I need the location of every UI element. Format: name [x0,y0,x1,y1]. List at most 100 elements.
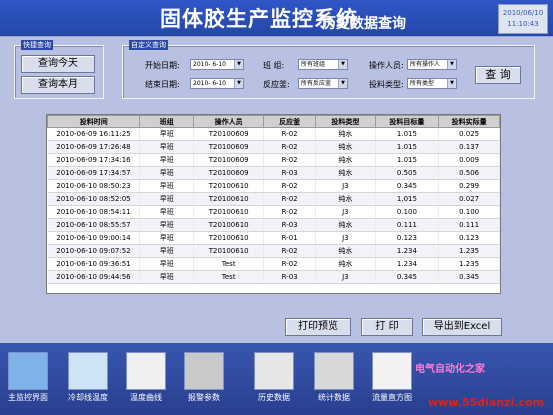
feed-type-value: 所有类型 [410,80,435,87]
end-date-picker[interactable]: 2010- 6-10 ▼ [190,78,244,89]
table-row[interactable]: 2010-06-09 17:26:48 早班 T20100609 R-02 纯水 1.01… [47,140,500,154]
table-cell: Test [193,270,265,284]
export-excel-button[interactable]: 导出到Excel [422,318,502,336]
operator-label: 操作人员: [369,61,404,70]
custom-query-title: 自定义查询 [129,40,168,50]
nav-temperature-curve[interactable]: 温度曲线 [120,352,172,407]
chevron-down-icon: ▼ [338,60,347,69]
page-subtitle: 历史数据查询 [322,16,406,32]
column-header[interactable]: 操作人员 [193,115,265,128]
table-row[interactable]: 2010-06-10 09:44:56 早班 Test R-03 J3 0.345 0.34… [47,270,500,284]
end-date-value: 2010- 6-10 [193,80,226,87]
table-cell: 纯水 [315,127,376,141]
table-cell: 早班 [139,192,195,206]
table-cell: R-02 [263,153,317,167]
table-row[interactable]: 2010-06-10 08:54:11 早班 T20100610 R-02 J3 0.10… [47,205,500,219]
start-date-label: 开始日期: [145,61,180,70]
table-cell: R-03 [263,218,317,232]
watermark-title: 电气自动化之家 [415,364,485,375]
nav-history-data[interactable]: 历史数据 [248,352,300,407]
chevron-down-icon: ▼ [234,60,243,69]
table-row[interactable]: 2010-06-10 09:07:52 早班 T20100610 R-02 纯水 1.23… [47,244,500,258]
query-today-button[interactable]: 查询今天 [21,55,95,73]
clock-time: 11:10:43 [507,20,539,28]
table-cell: 早班 [139,127,195,141]
table-row[interactable]: 2010-06-09 17:34:16 早班 T20100609 R-02 纯水 1.01… [47,153,500,167]
table-cell: 纯水 [315,140,376,154]
chevron-down-icon: ▼ [447,60,456,69]
table-cell: 早班 [139,140,195,154]
table-cell: 2010-06-10 08:50:23 [47,179,141,193]
column-header[interactable]: 投料类型 [315,115,376,128]
nav-histogram[interactable]: 流量直方图 [366,352,418,407]
nav-cooling-line[interactable]: 冷却线温度 [62,352,114,407]
nav-alarm-gear[interactable]: 报警参数 [178,352,230,407]
table-cell: R-02 [263,192,317,206]
table-cell: 1.015 [375,127,440,141]
table-row[interactable]: 2010-06-09 17:34:57 早班 T20100609 R-03 纯水 0.50… [47,166,500,180]
quick-query-title: 快捷查询 [21,40,53,50]
nav-monitor[interactable]: 主监控界面 [2,352,54,407]
table-cell: J3 [315,231,376,245]
table-cell: 纯水 [315,257,376,271]
watermark-url: www.55dianzi.com [428,396,545,409]
table-row[interactable]: 2010-06-10 09:36:51 早班 Test R-02 纯水 1.234 1.23… [47,257,500,271]
query-button[interactable]: 查 询 [475,66,521,84]
chevron-down-icon: ▼ [338,79,347,88]
reactor-select[interactable]: 所有反应釜 ▼ [298,78,348,89]
table-cell: 2010-06-09 17:26:48 [47,140,141,154]
table-row[interactable]: 2010-06-10 08:52:05 早班 T20100610 R-02 纯水 1.01… [47,192,500,206]
cooling-line-icon [68,352,108,390]
nav-label: 温度曲线 [130,393,162,402]
end-date-label: 结束日期: [145,80,180,89]
table-cell: 0.027 [438,192,500,206]
nav-statistics[interactable]: 统计数据 [308,352,360,407]
table-cell: 2010-06-10 08:52:05 [47,192,141,206]
table-cell: 1.235 [438,257,500,271]
table-cell: T20100610 [193,179,265,193]
nav-label: 流量直方图 [372,393,412,402]
table-cell: 0.100 [438,205,500,219]
history-table: 投料时间 班组 操作人员 反应釜 投料类型 投料目标量 投料实际量 2010-06-09 1… [46,114,501,294]
table-row[interactable]: 2010-06-09 16:11:25 早班 T20100609 R-02 纯水 1.01… [47,127,500,141]
feed-type-select[interactable]: 所有类型 ▼ [407,78,457,89]
query-month-button[interactable]: 查询本月 [21,76,95,94]
table-cell: 0.009 [438,153,500,167]
column-header[interactable]: 投料时间 [46,115,141,128]
shift-select[interactable]: 所有班组 ▼ [298,59,348,70]
print-preview-button[interactable]: 打印预览 [285,318,351,336]
operator-select[interactable]: 所有操作人 ▼ [407,59,457,70]
column-header[interactable]: 反应釜 [263,115,317,128]
table-cell: 0.100 [375,205,440,219]
table-cell: 0.025 [438,127,500,141]
table-row[interactable]: 2010-06-10 09:00:14 早班 T20100610 R-01 J3 0.12… [47,231,500,245]
start-date-picker[interactable]: 2010- 6-10 ▼ [190,59,244,70]
history-data-icon [254,352,294,390]
table-cell: T20100610 [193,192,265,206]
table-cell: 2010-06-10 09:36:51 [47,257,141,271]
table-row[interactable]: 2010-06-10 08:55:57 早班 T20100610 R-03 纯水 0.11… [47,218,500,232]
column-header[interactable]: 投料目标量 [374,115,440,128]
table-cell: 纯水 [315,166,376,180]
monitor-icon [8,352,48,390]
table-cell: 2010-06-09 17:34:16 [47,153,141,167]
nav-label: 历史数据 [258,393,290,402]
print-button[interactable]: 打 印 [361,318,413,336]
statistics-icon [314,352,354,390]
column-header[interactable]: 投料实际量 [438,115,500,128]
table-cell: 早班 [139,166,195,180]
table-cell: R-02 [263,257,317,271]
table-cell: 早班 [139,231,195,245]
column-header[interactable]: 班组 [139,115,195,128]
histogram-icon [372,352,412,390]
table-row[interactable]: 2010-06-10 08:50:23 早班 T20100610 R-02 J3 0.34… [47,179,500,193]
table-header-row: 投料时间 班组 操作人员 反应釜 投料类型 投料目标量 投料实际量 [46,115,500,128]
table-cell: R-03 [263,270,317,284]
table-cell: 早班 [139,218,195,232]
table-cell: J3 [315,270,376,284]
table-cell: T20100610 [193,218,265,232]
table-cell: T20100610 [193,244,265,258]
table-cell: 2010-06-09 16:11:25 [47,127,141,141]
table-cell: 0.506 [438,166,500,180]
table-cell: 1.234 [375,257,440,271]
